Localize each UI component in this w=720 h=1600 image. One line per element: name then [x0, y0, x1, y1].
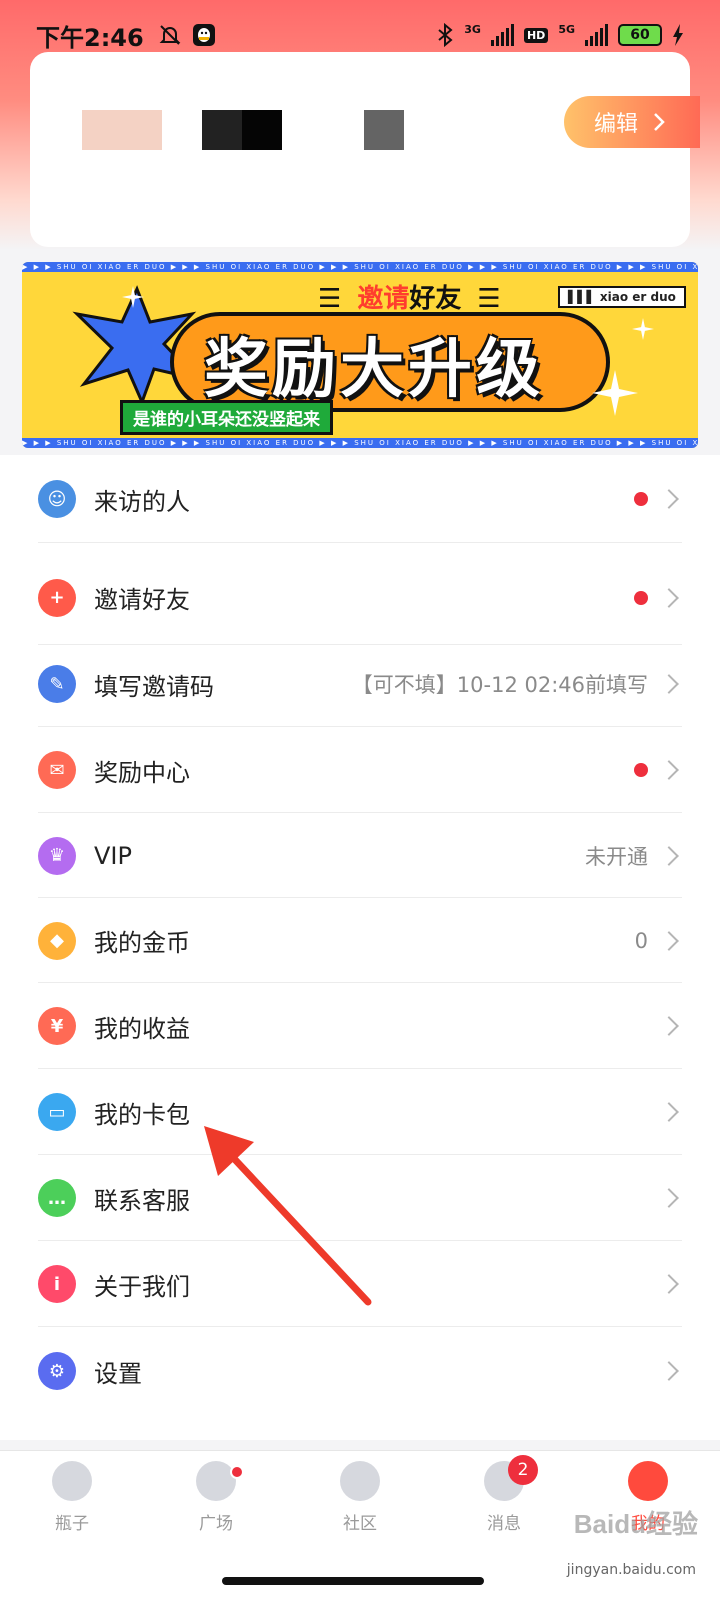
- banner-invite-title: ☰ 邀请好友 ☰: [318, 284, 501, 314]
- watermark-logo: Baidu经验: [573, 1509, 698, 1539]
- menu-item-value: 未开通: [585, 844, 648, 869]
- chevron-right-icon: [659, 587, 679, 608]
- chevron-right-icon: [659, 1102, 679, 1122]
- chevron-right-icon: [654, 113, 665, 131]
- notification-dot: [634, 763, 648, 777]
- redacted-block: [82, 110, 162, 150]
- tab-message[interactable]: 消息 2: [432, 1451, 576, 1548]
- battery-indicator: 60: [618, 24, 662, 46]
- menu-item-label: 我的收益: [94, 1014, 190, 1043]
- chevron-right-icon: [659, 1361, 679, 1381]
- info-icon: i: [38, 1265, 76, 1303]
- status-time: 下午2:46: [36, 23, 144, 52]
- planet-icon: [340, 1461, 380, 1501]
- card-icon: ▭: [38, 1093, 76, 1131]
- signal-bars-icon-2: [585, 24, 608, 46]
- edit-label: 编辑: [594, 112, 639, 137]
- chat-icon: …: [38, 1179, 76, 1217]
- visitor-icon: ☺: [38, 480, 76, 518]
- menu-item-label: 奖励中心: [94, 758, 190, 787]
- profile-info-redacted: [82, 110, 404, 150]
- gear-icon: ⚙: [38, 1352, 76, 1390]
- chevron-right-icon: [659, 1188, 679, 1208]
- banner-tag: ▌▌▌ xiao er duo: [558, 286, 686, 308]
- menu-item-value: 【可不填】10-12 02:46前填写: [351, 673, 648, 697]
- heartbeat-icon: [196, 1461, 236, 1501]
- notification-dot: [230, 1465, 244, 1479]
- menu-item-label: 设置: [94, 1359, 142, 1388]
- menu-item-label: 联系客服: [94, 1186, 190, 1215]
- menu-item-label: 来访的人: [94, 487, 190, 516]
- chevron-right-icon: [659, 489, 679, 509]
- chevron-right-icon: [659, 674, 679, 694]
- edit-profile-button[interactable]: 编辑: [564, 96, 700, 148]
- menu-item[interactable]: ♛ VIP 未开通: [0, 813, 720, 898]
- tab-heartbeat[interactable]: 广场: [144, 1451, 288, 1548]
- menu-item[interactable]: ✉ 奖励中心: [0, 727, 720, 813]
- tab-label: 消息: [487, 1514, 521, 1534]
- menu-item[interactable]: ⚙ 设置: [0, 1327, 720, 1415]
- menu-item[interactable]: ◆ 我的金币 0: [0, 898, 720, 983]
- redacted-block: [364, 110, 404, 150]
- tab-bottle[interactable]: 瓶子: [0, 1451, 144, 1548]
- tab-label: 广场: [199, 1514, 233, 1534]
- qq-icon: [192, 24, 215, 46]
- notification-dot: [634, 590, 648, 605]
- chevron-right-icon: [659, 760, 679, 780]
- chevron-right-icon: [659, 845, 679, 866]
- unread-badge: 2: [508, 1455, 538, 1485]
- chevron-right-icon: [659, 1016, 679, 1036]
- banner-bottom-strip: ▶ ▶ ▶ SHU OI XIAO ER DUO ▶ ▶ ▶ SHU OI XI…: [22, 438, 698, 448]
- menu-item-label: 邀请好友: [94, 586, 190, 614]
- hd-badge: HD: [523, 27, 549, 43]
- banner-top-strip: ▶ ▶ ▶ SHU OI XIAO ER DUO ▶ ▶ ▶ SHU OI XI…: [22, 262, 698, 272]
- menu-item-value: 0: [634, 928, 648, 953]
- money-bag-icon: ¥: [38, 1007, 76, 1045]
- crown-icon: ♛: [38, 836, 76, 875]
- invite-banner[interactable]: ▶ ▶ ▶ SHU OI XIAO ER DUO ▶ ▶ ▶ SHU OI XI…: [22, 262, 698, 448]
- tab-label: 瓶子: [55, 1514, 89, 1534]
- redacted-block: [202, 110, 242, 150]
- annotation-arrow: [204, 1126, 372, 1306]
- chevron-right-icon: [659, 1274, 679, 1294]
- menu-item-label: VIP: [94, 841, 132, 870]
- menu-item[interactable]: ☺ 来访的人: [0, 455, 720, 543]
- add-friend-icon: +: [38, 578, 76, 617]
- watermark-url: jingyan.baidu.com: [566, 1562, 696, 1578]
- menu-item-label: 填写邀请码: [94, 672, 214, 701]
- profile-card[interactable]: 编辑: [30, 52, 700, 247]
- menu-item-label: 我的金币: [94, 929, 190, 957]
- bluetooth-icon: [438, 23, 453, 47]
- tab-planet[interactable]: 社区: [288, 1451, 432, 1548]
- sparkle-icon: [122, 286, 144, 308]
- home-indicator[interactable]: [222, 1577, 484, 1585]
- bell-muted-icon: [159, 25, 181, 45]
- network-3g-label: 3G: [464, 23, 481, 36]
- banner-sub-text: 是谁的小耳朵还没竖起来: [120, 400, 333, 435]
- profile-face-icon: [628, 1461, 668, 1501]
- menu-item[interactable]: ✎ 填写邀请码 【可不填】10-12 02:46前填写: [0, 641, 720, 727]
- notification-dot: [634, 492, 648, 506]
- charging-icon: [673, 24, 683, 46]
- banner-main-text: 奖励大升级: [204, 333, 544, 407]
- menu-item-label: 关于我们: [94, 1272, 190, 1301]
- divider: [38, 542, 682, 543]
- sparkle-icon: [632, 318, 654, 340]
- reward-icon: ✉: [38, 751, 76, 789]
- redacted-block: [242, 110, 282, 150]
- chevron-right-icon: [659, 930, 679, 951]
- tab-label: 社区: [343, 1514, 377, 1534]
- coin-icon: ◆: [38, 921, 76, 960]
- menu-item-label: 我的卡包: [94, 1100, 190, 1129]
- signal-bars-icon: [490, 24, 514, 46]
- network-5g-label: 5G: [558, 23, 575, 36]
- invite-code-icon: ✎: [38, 665, 76, 703]
- menu-item[interactable]: ¥ 我的收益: [0, 983, 720, 1069]
- sparkle-icon: [592, 370, 638, 416]
- bottle-icon: [52, 1461, 92, 1501]
- menu-item[interactable]: + 邀请好友: [0, 550, 720, 645]
